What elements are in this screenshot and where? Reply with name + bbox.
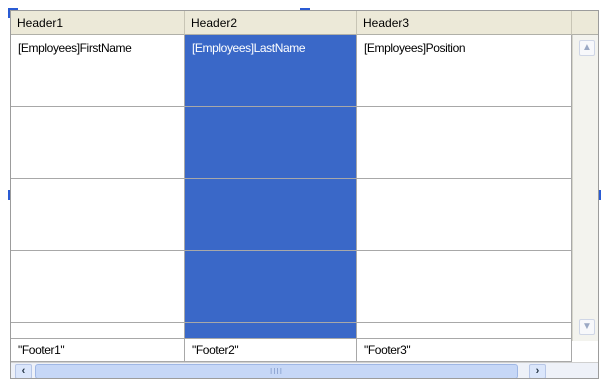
chevron-down-icon[interactable]: ▼	[579, 319, 595, 335]
detail-cell-position[interactable]: [Employees]Position	[357, 35, 572, 107]
empty-cell[interactable]	[357, 107, 572, 179]
footer-cell-2[interactable]: "Footer2"	[185, 339, 357, 362]
chevron-right-icon[interactable]: ›	[529, 364, 546, 378]
detail-cell-lastname[interactable]: [Employees]LastName	[185, 35, 357, 107]
selected-empty-cell[interactable]	[185, 107, 357, 179]
empty-cell[interactable]	[357, 251, 572, 323]
empty-cell[interactable]	[11, 323, 185, 339]
scroll-grip: IIII	[270, 367, 283, 376]
selected-empty-cell[interactable]	[185, 251, 357, 323]
header-filler	[572, 11, 598, 35]
empty-cell[interactable]	[11, 251, 185, 323]
horizontal-scrollbar[interactable]: ‹ IIII ›	[11, 362, 598, 378]
empty-cell[interactable]	[357, 323, 572, 339]
column-header-3[interactable]: Header3	[357, 11, 572, 35]
empty-cell[interactable]	[11, 107, 185, 179]
empty-cell[interactable]	[11, 179, 185, 251]
chevron-up-icon[interactable]: ▲	[579, 40, 595, 56]
empty-cell[interactable]	[357, 179, 572, 251]
detail-cell-firstname[interactable]: [Employees]FirstName	[11, 35, 185, 107]
vertical-scrollbar[interactable]: ▲ ▼	[572, 35, 598, 341]
scroll-thumb[interactable]: IIII	[35, 364, 518, 378]
footer-cell-3[interactable]: "Footer3"	[357, 339, 572, 362]
grid-control[interactable]: Header1 Header2 Header3 [Employees]First…	[10, 10, 599, 379]
column-header-2[interactable]: Header2	[185, 11, 357, 35]
chevron-left-icon[interactable]: ‹	[15, 364, 32, 378]
footer-cell-1[interactable]: "Footer1"	[11, 339, 185, 362]
column-header-1[interactable]: Header1	[11, 11, 185, 35]
selected-empty-cell[interactable]	[185, 179, 357, 251]
selected-empty-cell[interactable]	[185, 323, 357, 339]
